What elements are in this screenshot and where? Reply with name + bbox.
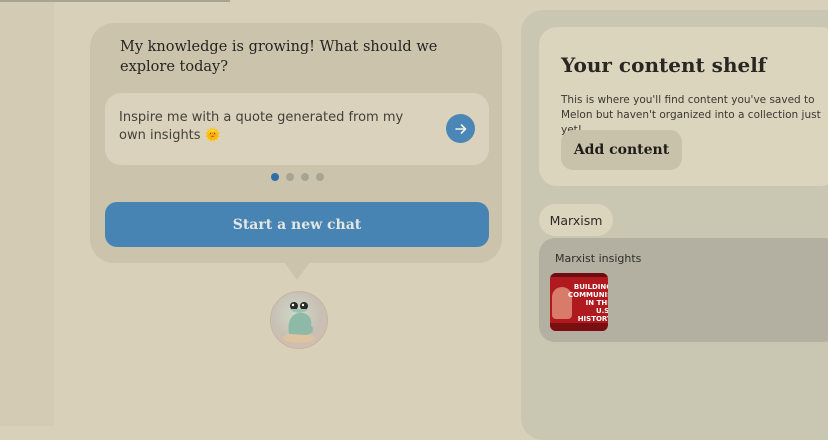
add-content-button[interactable]: Add content [561,130,682,170]
thumbnail-banner [550,273,608,277]
collection-thumbnail[interactable]: BUILDING COMMUNISM IN THE U.S. HISTORY L… [550,273,608,331]
top-divider [0,0,230,2]
suggestion-text: Inspire me with a quote generated from m… [119,110,404,143]
carousel-dot-1[interactable] [271,173,279,181]
collection-title: Marxist insights [555,252,642,265]
chat-bubble-tail [284,262,310,280]
carousel-dot-4[interactable] [316,173,324,181]
carousel-dot-2[interactable] [286,173,294,181]
collection-card[interactable]: Marxist insights BUILDING COMMUNISM IN T… [539,238,828,342]
tag-chip-marxism[interactable]: Marxism [539,204,613,236]
chat-prompt: My knowledge is growing! What should we … [120,39,438,75]
content-shelf-card: Your content shelf This is where you'll … [539,27,828,186]
carousel-dots [271,173,324,181]
shelf-title: Your content shelf [561,53,767,77]
start-new-chat-button[interactable]: Start a new chat [105,202,489,247]
suggestion-card[interactable]: Inspire me with a quote generated from m… [105,93,489,165]
left-sidebar-strip [0,0,54,426]
frog-avatar-icon [270,291,328,349]
thumbnail-footer [550,323,608,331]
send-suggestion-button[interactable] [446,114,475,143]
arrow-right-icon [454,123,466,134]
chat-bubble: My knowledge is growing! What should we … [90,23,502,263]
carousel-dot-3[interactable] [301,173,309,181]
